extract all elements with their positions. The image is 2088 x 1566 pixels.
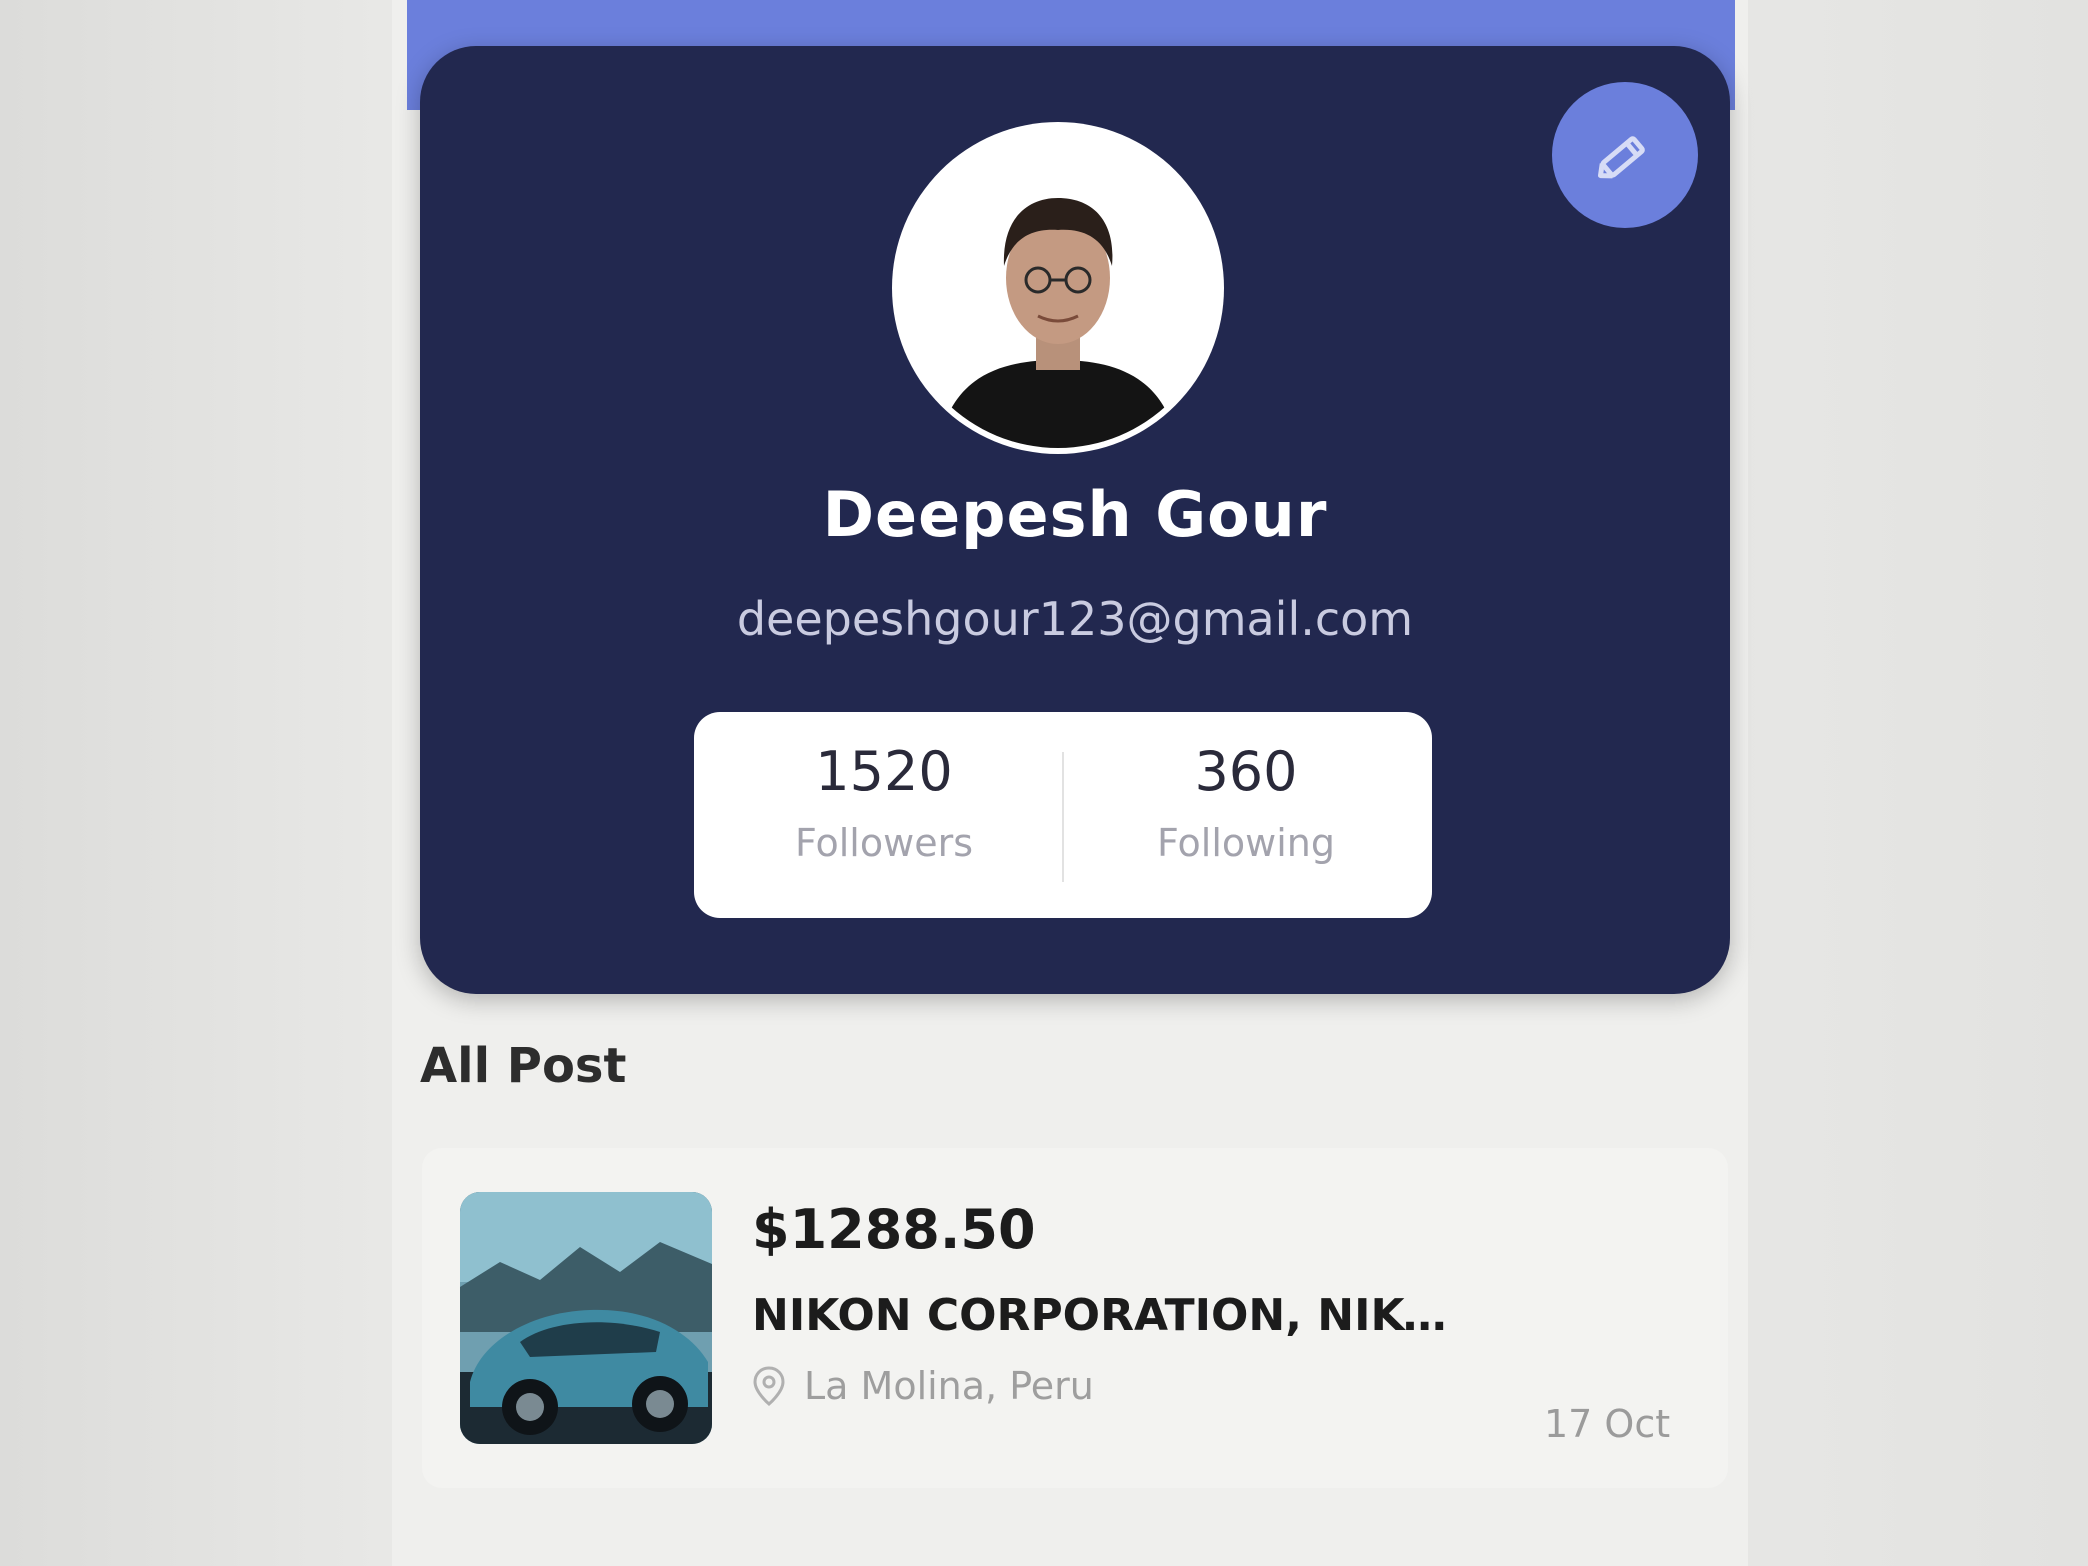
followers-label: Followers (795, 821, 973, 865)
pencil-icon (1597, 136, 1645, 179)
post-location-text: La Molina, Peru (804, 1364, 1094, 1408)
post-thumbnail[interactable] (460, 1192, 712, 1444)
post-title: NIKON CORPORATION, NIKO... (752, 1290, 1452, 1341)
car-photo (460, 1192, 712, 1444)
section-title: All Post (420, 1038, 627, 1094)
following-count: 360 (1194, 740, 1298, 803)
location-pin-icon (752, 1366, 786, 1406)
edit-profile-button[interactable] (1552, 82, 1698, 228)
following-stat[interactable]: 360 Following (1066, 740, 1426, 865)
followers-count: 1520 (815, 740, 953, 803)
user-photo (898, 128, 1218, 448)
stats-divider (1062, 752, 1064, 882)
following-label: Following (1157, 821, 1335, 865)
profile-name: Deepesh Gour (822, 478, 1328, 551)
avatar[interactable] (898, 128, 1218, 448)
post-location: La Molina, Peru (752, 1364, 1094, 1408)
followers-stat[interactable]: 1520 Followers (704, 740, 1064, 865)
post-price: $1288.50 (752, 1198, 1036, 1261)
post-date: 17 Oct (1544, 1402, 1671, 1446)
photo-frame: Deepesh Gour deepeshgour123@gmail.com 15… (0, 0, 2088, 1566)
profile-email: deepeshgour123@gmail.com (736, 592, 1414, 646)
stats-box: 1520 Followers 360 Following (694, 712, 1432, 918)
